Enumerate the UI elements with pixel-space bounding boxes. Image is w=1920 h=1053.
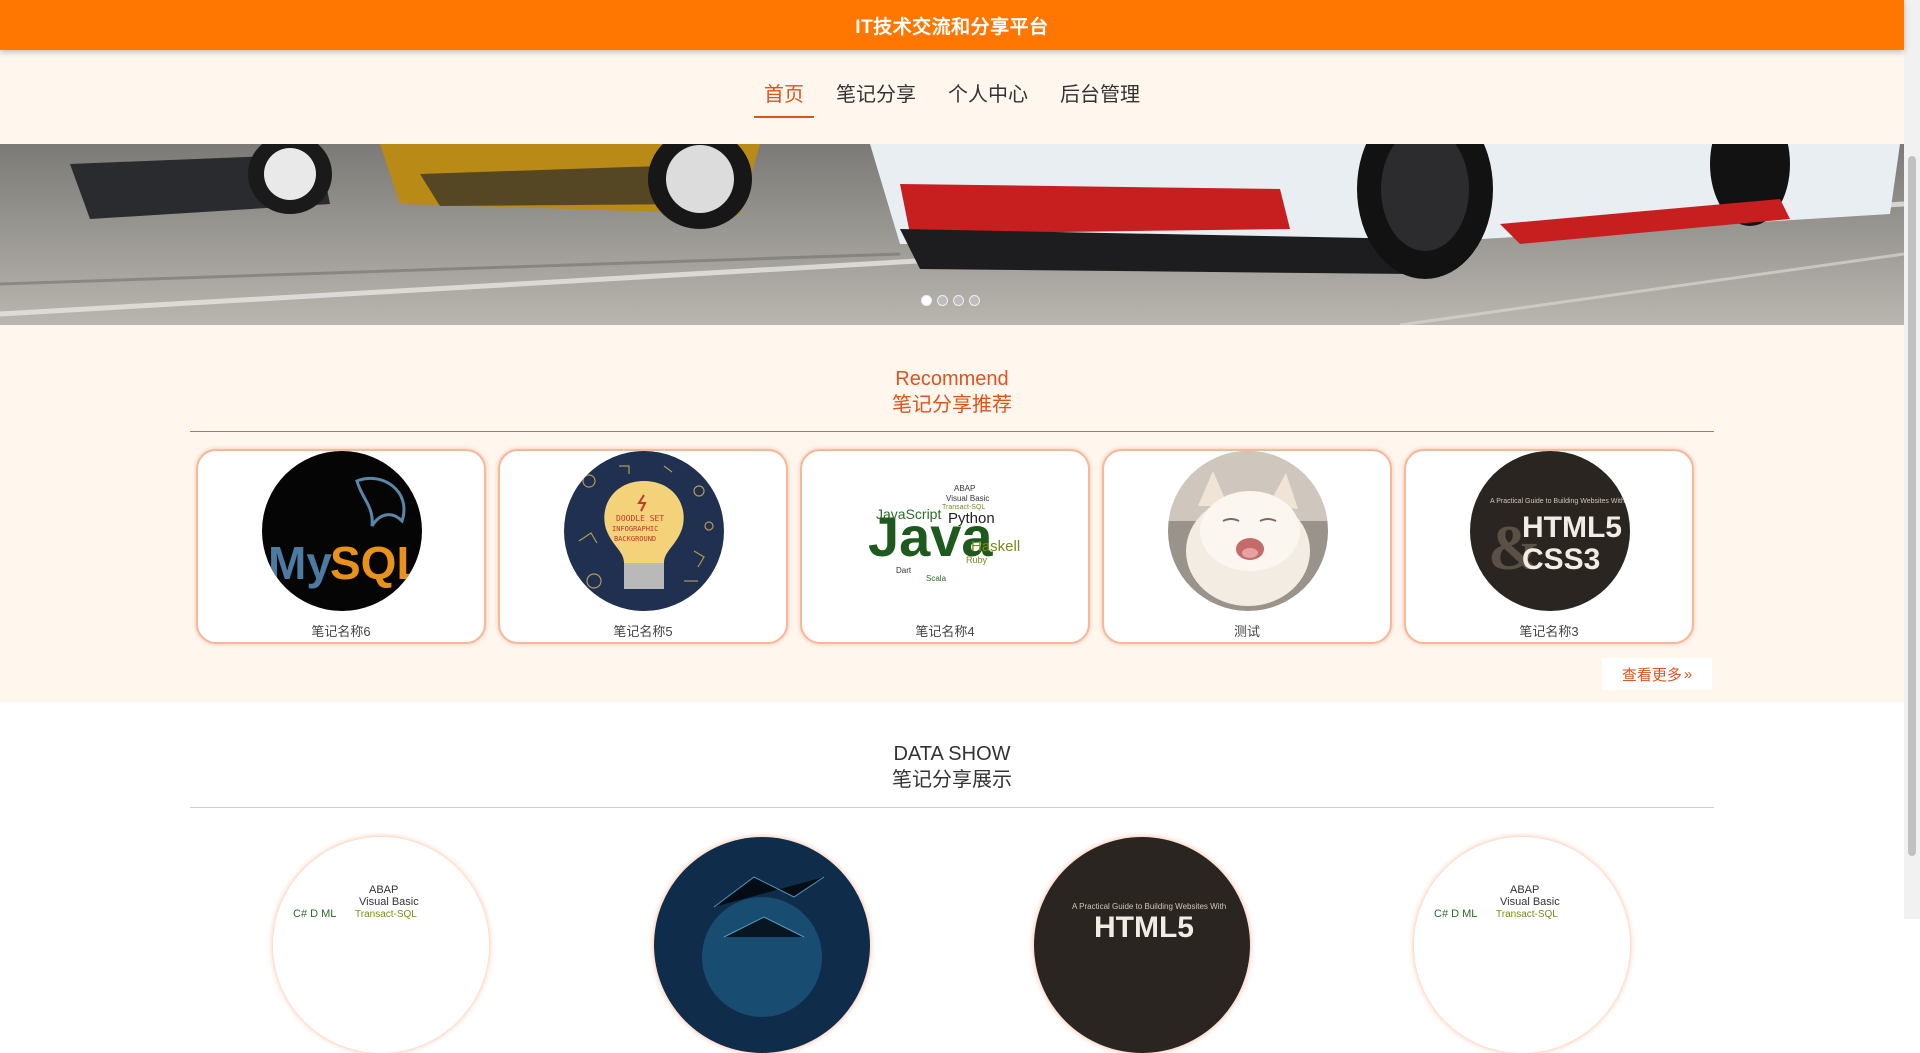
datashow-item-java-wordcloud-2[interactable]: ABAP Visual Basic Transact-SQL C# D ML: [1414, 837, 1630, 1053]
svg-text:BACKGROUND: BACKGROUND: [614, 535, 656, 543]
recommend-card-list: My SQL 笔记名称6 DOODLE SET INFOGRAPHIC BACK…: [196, 449, 1694, 644]
html5-css3-book-image: A Practical Guide to Building Websites W…: [1470, 451, 1630, 611]
datashow-title-en: DATA SHOW: [893, 743, 1011, 765]
recommend-title-en: Recommend: [895, 368, 1009, 390]
double-chevron-right-icon: »: [1683, 665, 1693, 683]
svg-text:ABAP: ABAP: [954, 484, 975, 493]
svg-text:HTML5: HTML5: [1094, 911, 1194, 944]
datashow-section: DATA SHOW 笔记分享展示 ABAP Visual Basic Trans…: [0, 702, 1904, 1053]
nav-item-admin[interactable]: 后台管理: [1050, 82, 1150, 118]
datashow-title-cn: 笔记分享展示: [892, 769, 1012, 791]
nav-item-note-share[interactable]: 笔记分享: [826, 82, 926, 118]
svg-text:DOODLE SET: DOODLE SET: [616, 514, 664, 523]
recommend-card[interactable]: Java JavaScript Python Haskell ABAP Visu…: [800, 449, 1090, 644]
recommend-card[interactable]: 测试: [1102, 449, 1392, 644]
recommend-card[interactable]: DOODLE SET INFOGRAPHIC BACKGROUND 笔记名称5: [498, 449, 788, 644]
yawning-cat-image: [1168, 451, 1328, 611]
svg-text:C# D ML: C# D ML: [293, 908, 336, 920]
recommend-card[interactable]: My SQL 笔记名称6: [196, 449, 486, 644]
java-wordcloud-image: Java JavaScript Python Haskell ABAP Visu…: [866, 451, 1026, 611]
svg-text:Ruby: Ruby: [966, 555, 988, 565]
view-more-label: 查看更多: [1621, 666, 1682, 684]
recommend-section: Recommend 笔记分享推荐 My SQL 笔记名称6 DOODLE SET…: [0, 325, 1904, 702]
carousel-dot-2[interactable]: [937, 295, 948, 306]
recommend-title-cn: 笔记分享推荐: [892, 394, 1012, 416]
card-caption: 笔记名称6: [311, 624, 371, 639]
recommend-heading: Recommend 笔记分享推荐: [0, 367, 1904, 419]
svg-text:CSS3: CSS3: [1522, 543, 1600, 576]
carousel-dot-4[interactable]: [969, 295, 980, 306]
main-nav: 首页 笔记分享 个人中心 后台管理: [0, 82, 1904, 118]
card-caption: 笔记名称3: [1519, 624, 1579, 639]
top-header-bar: IT技术交流和分享平台: [0, 0, 1904, 50]
site-title: IT技术交流和分享平台: [855, 16, 1049, 38]
card-caption: 笔记名称4: [915, 624, 975, 639]
svg-text:Scala: Scala: [926, 574, 947, 583]
card-caption: 测试: [1233, 624, 1260, 639]
recommend-divider: [190, 431, 1714, 432]
svg-text:Transact-SQL: Transact-SQL: [1496, 909, 1558, 920]
datashow-heading: DATA SHOW 笔记分享展示: [0, 742, 1904, 794]
svg-text:ABAP: ABAP: [369, 884, 398, 896]
svg-text:HTML5: HTML5: [1522, 511, 1622, 544]
mysql-logo-image: My SQL: [262, 451, 422, 611]
svg-text:Visual Basic: Visual Basic: [946, 494, 989, 503]
svg-text:Visual Basic: Visual Basic: [1500, 896, 1560, 908]
svg-text:Transact-SQL: Transact-SQL: [942, 504, 985, 511]
datashow-item-html5-book[interactable]: A Practical Guide to Building Websites W…: [1034, 837, 1250, 1053]
svg-text:Dart: Dart: [896, 566, 912, 575]
datashow-item-network-globe[interactable]: [654, 837, 870, 1053]
nav-item-personal-center[interactable]: 个人中心: [938, 82, 1038, 118]
svg-text:ABAP: ABAP: [1510, 884, 1539, 896]
svg-text:My: My: [268, 537, 332, 589]
carousel-dot-1[interactable]: [921, 295, 932, 306]
recommend-card[interactable]: A Practical Guide to Building Websites W…: [1404, 449, 1694, 644]
svg-text:A Practical Guide to Building: A Practical Guide to Building Websites W…: [1490, 498, 1625, 505]
svg-text:INFOGRAPHIC: INFOGRAPHIC: [612, 525, 658, 533]
svg-text:SQL: SQL: [330, 537, 422, 589]
datashow-item-java-wordcloud[interactable]: ABAP Visual Basic Transact-SQL C# D ML: [273, 837, 489, 1053]
svg-text:Python: Python: [948, 510, 995, 527]
card-caption: 笔记名称5: [613, 624, 673, 639]
svg-text:C# D ML: C# D ML: [1434, 908, 1477, 920]
svg-text:JavaScript: JavaScript: [876, 506, 941, 522]
svg-text:Transact-SQL: Transact-SQL: [355, 909, 417, 920]
carousel-dot-3[interactable]: [953, 295, 964, 306]
svg-text:A Practical Guide to Building: A Practical Guide to Building Websites W…: [1072, 902, 1226, 911]
lightbulb-doodle-image: DOODLE SET INFOGRAPHIC BACKGROUND: [564, 451, 724, 611]
svg-text:Visual Basic: Visual Basic: [359, 896, 419, 908]
view-more-button[interactable]: 查看更多 »: [1602, 658, 1712, 690]
scrollbar-thumb[interactable]: [1908, 156, 1916, 856]
nav-area: 首页 笔记分享 个人中心 后台管理: [0, 50, 1904, 144]
nav-item-home[interactable]: 首页: [754, 82, 814, 118]
banner-carousel[interactable]: [0, 144, 1904, 325]
carousel-dots: [921, 295, 980, 306]
svg-text:Haskell: Haskell: [971, 538, 1020, 555]
datashow-divider: [190, 807, 1714, 808]
